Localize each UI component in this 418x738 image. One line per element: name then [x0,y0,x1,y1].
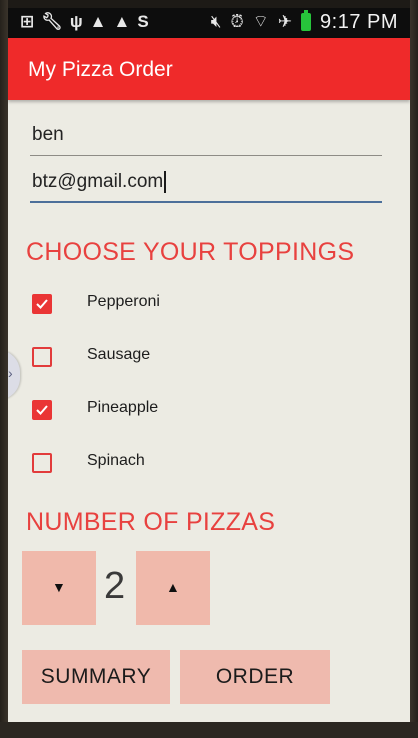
system-icons: 🔇︎ ⏰︎ ⌔ ✈ 9:17 PM [210,10,398,33]
topping-label: Pineapple [87,399,159,416]
pizzas-heading: NUMBER OF PIZZAS [26,508,276,536]
app-title: My Pizza Order [28,58,173,81]
checkmark-icon [36,405,48,415]
topping-pineapple[interactable]: Pineapple [32,396,332,426]
email-field-underline [30,201,382,203]
s-icon: S [137,12,149,31]
topping-spinach[interactable]: Spinach [32,449,332,479]
decrement-button[interactable]: ▼ [22,551,96,625]
status-bar: ⊞ 🔧︎ ψ ▲ ▲ S 🔇︎ ⏰︎ ⌔ ✈ 9:17 PM [8,8,410,38]
usb-icon: ψ [69,12,83,31]
increment-icon: ▲ [166,579,180,595]
checkbox-spinach[interactable] [32,453,52,473]
summary-button[interactable]: SUMMARY [22,650,170,704]
text-cursor [164,171,167,193]
order-button[interactable]: ORDER [180,650,330,704]
warning-icon: ▲ [89,12,107,31]
mute-icon: 🔇︎ [210,12,222,31]
topping-label: Sausage [87,346,151,363]
email-field-value: btz@gmail.com [32,171,164,192]
topping-pepperoni[interactable]: Pepperoni [32,290,332,320]
name-field[interactable]: ben [30,116,382,156]
wifi-icon: ⌔ [252,12,269,31]
airplane-icon: ✈ [277,12,293,31]
notification-icons: ⊞ 🔧︎ ψ ▲ ▲ S [20,12,149,32]
checkbox-sausage[interactable] [32,347,52,367]
device-bezel-top [0,0,418,8]
decrement-icon: ▼ [52,579,66,595]
name-field-value: ben [32,124,64,145]
wrench-icon: 🔧︎ [41,12,63,31]
chevron-right-icon: › [8,365,13,381]
checkmark-icon [36,299,48,309]
checkbox-pepperoni[interactable] [32,294,52,314]
email-field-value-wrapper: btz@gmail.com [32,171,167,193]
app-bar: My Pizza Order [8,38,410,100]
increment-button[interactable]: ▲ [136,551,210,625]
side-panel-handle[interactable]: › [8,350,20,400]
toppings-heading: CHOOSE YOUR TOPPINGS [26,238,355,266]
status-clock: 9:17 PM [320,11,398,33]
email-field[interactable]: btz@gmail.com [30,163,382,203]
name-field-underline [30,155,382,156]
phone-screen: ⊞ 🔧︎ ψ ▲ ▲ S 🔇︎ ⏰︎ ⌔ ✈ 9:17 PM My Pizza … [8,8,410,722]
topping-sausage[interactable]: Sausage [32,343,332,373]
battery-icon [301,10,312,31]
device-bezel-bottom [0,722,418,738]
pizza-quantity: 2 [104,565,126,607]
alarm-icon: ⏰︎ [230,12,244,31]
warning-icon: ▲ [113,12,131,31]
checkbox-pineapple[interactable] [32,400,52,420]
plus-box-icon: ⊞ [20,12,35,31]
device-bezel-left [0,0,8,738]
topping-label: Pepperoni [87,293,160,310]
device-bezel-right [410,0,418,738]
topping-label: Spinach [87,452,145,469]
